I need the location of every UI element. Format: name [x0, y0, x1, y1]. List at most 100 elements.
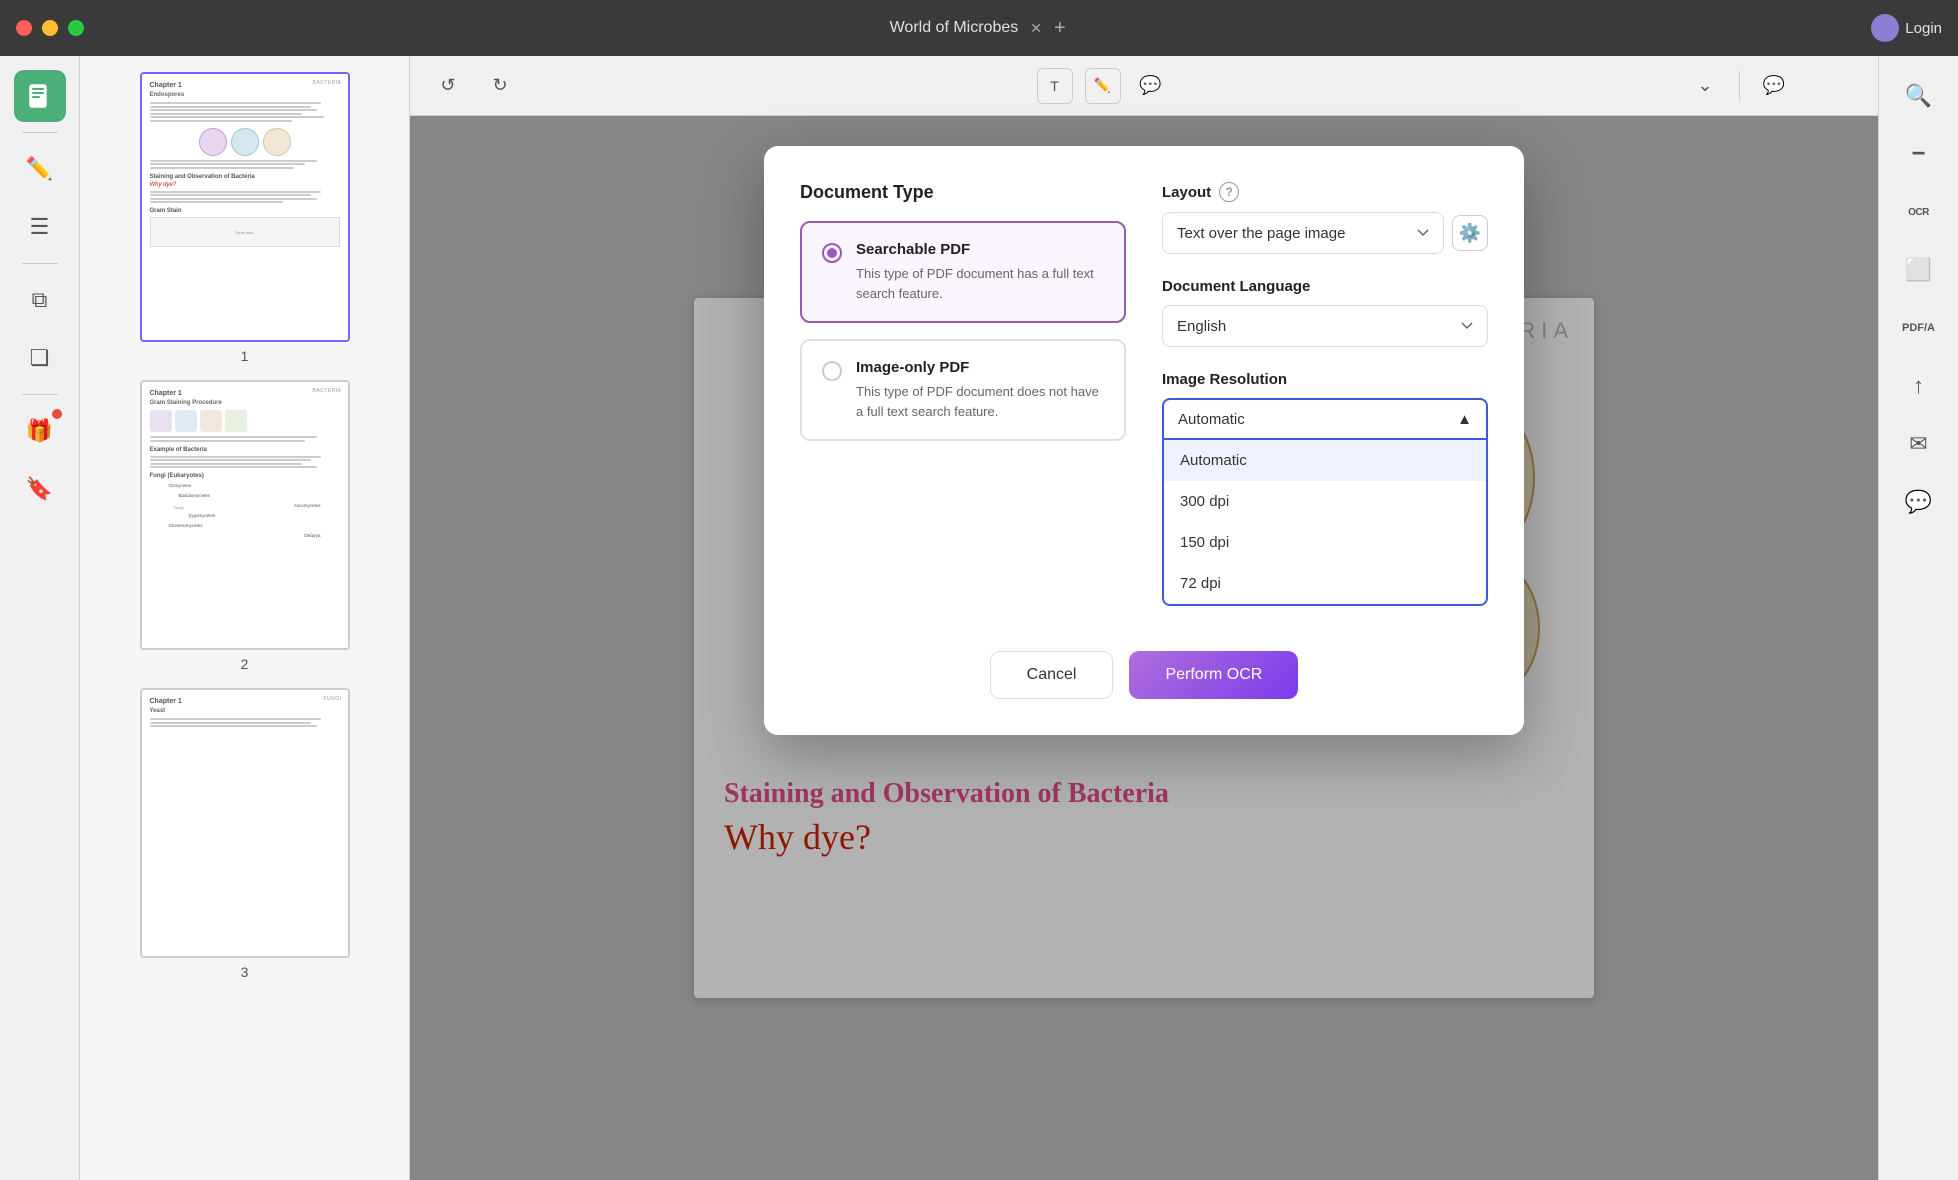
main-layout: ✏️ ☰ ⧉ ❏ 🎁 🔖 BACTERIA Chapter 1: [0, 56, 1958, 1180]
sidebar-item-document[interactable]: [14, 70, 66, 122]
page-number-3: 3: [241, 964, 249, 980]
document-type-title: Document Type: [800, 182, 1126, 203]
image-only-pdf-card[interactable]: Image-only PDF This type of PDF document…: [800, 339, 1126, 441]
thumbnail-3[interactable]: FUNGI Chapter 1 Yeast: [140, 688, 350, 958]
sidebar-item-list[interactable]: ☰: [14, 201, 66, 253]
thumbnail-content-1: BACTERIA Chapter 1 Endospores: [142, 74, 348, 340]
highlight-tool-button[interactable]: ✏️: [1085, 68, 1121, 104]
sidebar-item-copy[interactable]: ⧉: [14, 274, 66, 326]
sidebar-right-scan[interactable]: ⬜: [1893, 244, 1945, 296]
language-select[interactable]: English: [1162, 305, 1488, 347]
tab-add-button[interactable]: +: [1054, 17, 1066, 40]
resolution-option-72dpi[interactable]: 72 dpi: [1164, 563, 1486, 604]
right-sidebar: 🔍 − OCR ⬜ PDF/A ↑ ✉ 💬: [1878, 56, 1958, 1180]
bookmark-icon: 🔖: [26, 476, 53, 502]
comment-icon: 💬: [1905, 489, 1932, 515]
sidebar-right-share[interactable]: ↑: [1893, 360, 1945, 412]
layout-settings-button[interactable]: ⚙️: [1452, 215, 1488, 251]
searchable-pdf-desc: This type of PDF document has a full tex…: [856, 264, 1104, 303]
sidebar-right-comment[interactable]: 💬: [1893, 476, 1945, 528]
resolution-option-150dpi[interactable]: 150 dpi: [1164, 522, 1486, 563]
login-label: Login: [1905, 20, 1942, 37]
thumbnail-content-3: FUNGI Chapter 1 Yeast: [142, 690, 348, 956]
language-label: Document Language: [1162, 278, 1488, 295]
layout-label: Layout ?: [1162, 182, 1488, 202]
maximize-window-button[interactable]: [68, 20, 84, 36]
toolbar-separator: [1739, 71, 1740, 101]
share-icon: ↑: [1913, 373, 1924, 399]
searchable-pdf-card[interactable]: Searchable PDF This type of PDF document…: [800, 221, 1126, 323]
brush-icon: ✏️: [26, 156, 53, 182]
tab-close-button[interactable]: ✕: [1030, 20, 1042, 37]
minus-icon: −: [1911, 140, 1925, 168]
list-item[interactable]: FUNGI Chapter 1 Yeast 3: [140, 688, 350, 980]
notification-badge: [52, 409, 62, 419]
image-only-radio[interactable]: [822, 361, 842, 381]
image-only-pdf-desc: This type of PDF document does not have …: [856, 382, 1104, 421]
sidebar-item-layers[interactable]: ❏: [14, 332, 66, 384]
pdf-a-icon: PDF/A: [1902, 322, 1935, 334]
cancel-button[interactable]: Cancel: [990, 651, 1114, 699]
layout-select-row: Text over the page image ⚙️: [1162, 212, 1488, 254]
modal-right-panel: Layout ? Text over the page image ⚙️: [1162, 182, 1488, 623]
undo-button[interactable]: ↺: [430, 68, 466, 104]
sidebar-right-pdf-a[interactable]: PDF/A: [1893, 302, 1945, 354]
list-item[interactable]: BACTERIA Chapter 1 Endospores: [140, 72, 350, 364]
title-bar-center: World of Microbes ✕ +: [94, 17, 1861, 40]
text-tool-button[interactable]: T: [1037, 68, 1073, 104]
layout-label-text: Layout: [1162, 184, 1211, 201]
resolution-row: Image Resolution Automatic ▲ Automatic: [1162, 371, 1488, 440]
perform-ocr-button[interactable]: Perform OCR: [1129, 651, 1298, 699]
thumbnails-panel: BACTERIA Chapter 1 Endospores: [80, 56, 410, 1180]
main-toolbar: ↺ ↻ T ✏️ 💬 ⌄ 💬: [410, 56, 1878, 116]
image-only-pdf-label: Image-only PDF: [856, 359, 1104, 376]
resolution-dropdown-trigger[interactable]: Automatic ▲: [1162, 398, 1488, 440]
minimize-window-button[interactable]: [42, 20, 58, 36]
tab-title: World of Microbes: [890, 19, 1019, 37]
layers-icon: ❏: [30, 345, 50, 371]
annotation-button[interactable]: 💬: [1756, 68, 1792, 104]
left-sidebar: ✏️ ☰ ⧉ ❏ 🎁 🔖: [0, 56, 80, 1180]
modal-footer: Cancel Perform OCR: [800, 651, 1488, 699]
list-icon: ☰: [30, 214, 50, 240]
sidebar-item-bookmark[interactable]: 🔖: [14, 463, 66, 515]
sidebar-right-ocr[interactable]: OCR: [1893, 186, 1945, 238]
resolution-option-300dpi[interactable]: 300 dpi: [1164, 481, 1486, 522]
sidebar-item-brush[interactable]: ✏️: [14, 143, 66, 195]
sidebar-right-mail[interactable]: ✉: [1893, 418, 1945, 470]
modal-overlay: Document Type Searchable PDF This type o…: [410, 116, 1878, 1180]
thumbnail-content-2: BACTERIA Chapter 1 Gram Staining Procedu…: [142, 382, 348, 648]
sidebar-item-gift[interactable]: 🎁: [14, 405, 66, 457]
title-bar: World of Microbes ✕ + Login: [0, 0, 1958, 56]
scan-icon: ⬜: [1905, 257, 1932, 283]
document-body: BACTERIA: [410, 116, 1878, 1180]
gift-icon: 🎁: [26, 418, 53, 444]
login-area[interactable]: Login: [1871, 14, 1942, 42]
layout-help-button[interactable]: ?: [1219, 182, 1239, 202]
ocr-icon: OCR: [1908, 207, 1929, 218]
thumbnail-1[interactable]: BACTERIA Chapter 1 Endospores: [140, 72, 350, 342]
comment-tool-button[interactable]: 💬: [1133, 68, 1169, 104]
resolution-dropdown-container: Automatic ▲ Automatic 300 dpi 150 dpi 72…: [1162, 398, 1488, 440]
list-item[interactable]: BACTERIA Chapter 1 Gram Staining Procedu…: [140, 380, 350, 672]
resolution-option-automatic[interactable]: Automatic: [1164, 440, 1486, 481]
searchable-radio[interactable]: [822, 243, 842, 263]
radio-inner: [827, 248, 837, 258]
page-number-2: 2: [241, 656, 249, 672]
avatar: [1871, 14, 1899, 42]
layout-select[interactable]: Text over the page image: [1162, 212, 1444, 254]
close-window-button[interactable]: [16, 20, 32, 36]
language-label-text: Document Language: [1162, 278, 1310, 295]
thumbnail-2[interactable]: BACTERIA Chapter 1 Gram Staining Procedu…: [140, 380, 350, 650]
mail-icon: ✉: [1909, 431, 1927, 457]
sidebar-right-search[interactable]: 🔍: [1893, 70, 1945, 122]
page-number-1: 1: [241, 348, 249, 364]
resolution-label-text: Image Resolution: [1162, 371, 1287, 388]
sidebar-separator-2: [22, 263, 58, 264]
dropdown-icon[interactable]: ⌄: [1687, 68, 1723, 104]
redo-button[interactable]: ↻: [482, 68, 518, 104]
sidebar-right-zoom-out[interactable]: −: [1893, 128, 1945, 180]
sidebar-separator-3: [22, 394, 58, 395]
resolution-dropdown-list: Automatic 300 dpi 150 dpi 72 dpi: [1162, 440, 1488, 606]
main-document-area: ↺ ↻ T ✏️ 💬 ⌄ 💬 BACTERIA: [410, 56, 1878, 1180]
